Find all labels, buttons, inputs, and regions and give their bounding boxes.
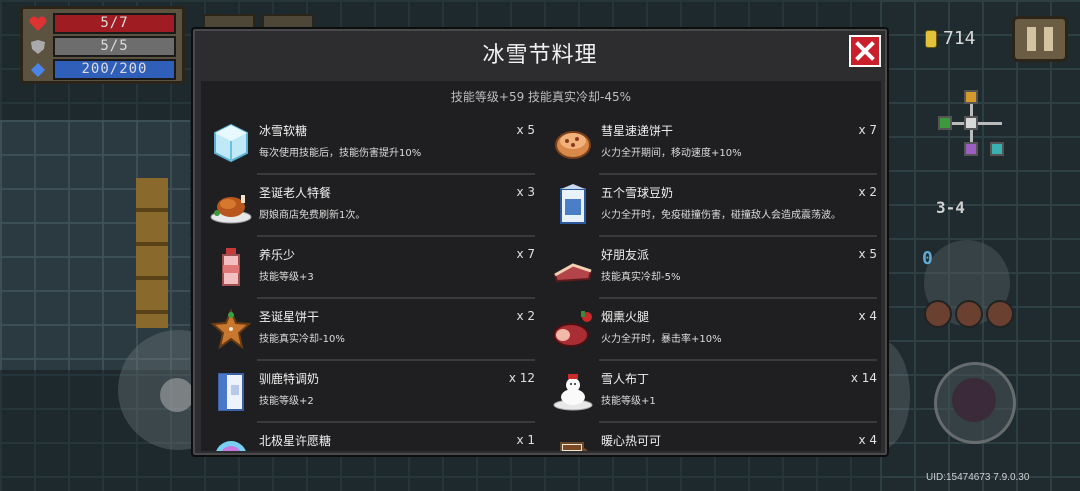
health-bar: 5/7	[53, 13, 176, 34]
food-dialog: 冰雪节料理 技能等级+59 技能真实冷却-45% 冰雪软糖 每次使用技能后，技能…	[191, 27, 889, 457]
minimap-room	[990, 142, 1004, 156]
effect-summary: 技能等级+59 技能真实冷却-45%	[450, 90, 632, 104]
heart-icon	[29, 16, 47, 31]
energy-crystal-icon	[31, 62, 45, 77]
coin-count: 714	[943, 28, 976, 49]
ice-cube-candy-icon	[214, 123, 248, 163]
dialog-title: 冰雪节料理	[482, 43, 598, 68]
shield-icon	[31, 39, 45, 54]
minimap-room	[964, 142, 978, 156]
coin-counter: 714	[925, 28, 976, 49]
coin-icon	[925, 29, 937, 48]
snowman-pudding-icon	[553, 374, 593, 411]
minimap-room	[938, 116, 952, 130]
joystick-knob[interactable]	[160, 378, 194, 412]
food-item[interactable]: 好朋友派 技能真实冷却-5% x 5	[547, 237, 877, 299]
cookie-icon	[555, 131, 591, 159]
pie-icon	[553, 263, 593, 283]
food-item[interactable]: 彗星速递饼干 火力全开期间，移动速度+10% x 7	[547, 113, 877, 175]
food-item[interactable]: 驯鹿特调奶 技能等级+2 x 12	[205, 361, 535, 423]
yogurt-bottle-icon	[222, 248, 240, 286]
weapon-slot[interactable]	[924, 300, 952, 328]
energy-bar: 200/200	[53, 59, 176, 80]
smoked-ham-icon	[553, 311, 592, 347]
food-list-panel[interactable]: 技能等级+59 技能真实冷却-45% 冰雪软糖 每次使用技能后，技能伤害提升10…	[201, 81, 881, 451]
weapon-slot[interactable]	[986, 300, 1014, 328]
food-item[interactable]: 圣诞老人特餐 厨娘商店免费刷新1次。 x 3	[205, 175, 535, 237]
food-item[interactable]: 烟熏火腿 火力全开时，暴击率+10% x 4	[547, 299, 877, 361]
pause-icon	[1027, 27, 1036, 51]
food-grid: 冰雪软糖 每次使用技能后，技能伤害提升10% x 5 彗星速递饼干 火力全开期间…	[201, 113, 881, 451]
food-item[interactable]: 冰雪软糖 每次使用技能后，技能伤害提升10% x 5	[205, 113, 535, 175]
food-item[interactable]: 养乐少 技能等级+3 x 7	[205, 237, 535, 299]
food-item[interactable]: 雪人布丁 技能等级+1 x 14	[547, 361, 877, 423]
close-button[interactable]	[849, 35, 881, 67]
minimap-room	[964, 116, 978, 130]
uid-label: UID:15474673 7.9.0.30	[926, 472, 1030, 483]
roast-turkey-icon	[210, 195, 252, 224]
weapon-slot[interactable]	[955, 300, 983, 328]
minimap-room	[964, 90, 978, 104]
crate-stack	[136, 178, 168, 328]
hot-cocoa-icon	[560, 442, 588, 451]
food-item[interactable]: 暖心热可可 x 4	[547, 423, 877, 451]
food-item[interactable]: 五个雪球豆奶 火力全开时，免疫碰撞伤害，碰撞敌人会造成震荡波。 x 2	[547, 175, 877, 237]
skill-icon	[952, 378, 996, 422]
close-icon	[855, 41, 875, 61]
minimap[interactable]	[930, 88, 1010, 168]
food-item[interactable]: 北极星许愿糖 x 1	[205, 423, 535, 451]
food-item[interactable]: 圣诞星饼干 技能真实冷却-10% x 2	[205, 299, 535, 361]
gingerbread-icon	[210, 308, 252, 350]
player-stats-panel: 5/7 5/5 200/200	[20, 6, 185, 84]
milk-carton-icon	[218, 373, 244, 411]
rainbow-candy-icon	[216, 441, 246, 451]
soy-milk-carton-icon	[560, 184, 586, 224]
ammo-count: 0	[922, 248, 933, 269]
armor-bar: 5/5	[53, 36, 176, 57]
level-indicator: 3-4	[936, 198, 965, 217]
pause-button[interactable]	[1012, 16, 1068, 62]
